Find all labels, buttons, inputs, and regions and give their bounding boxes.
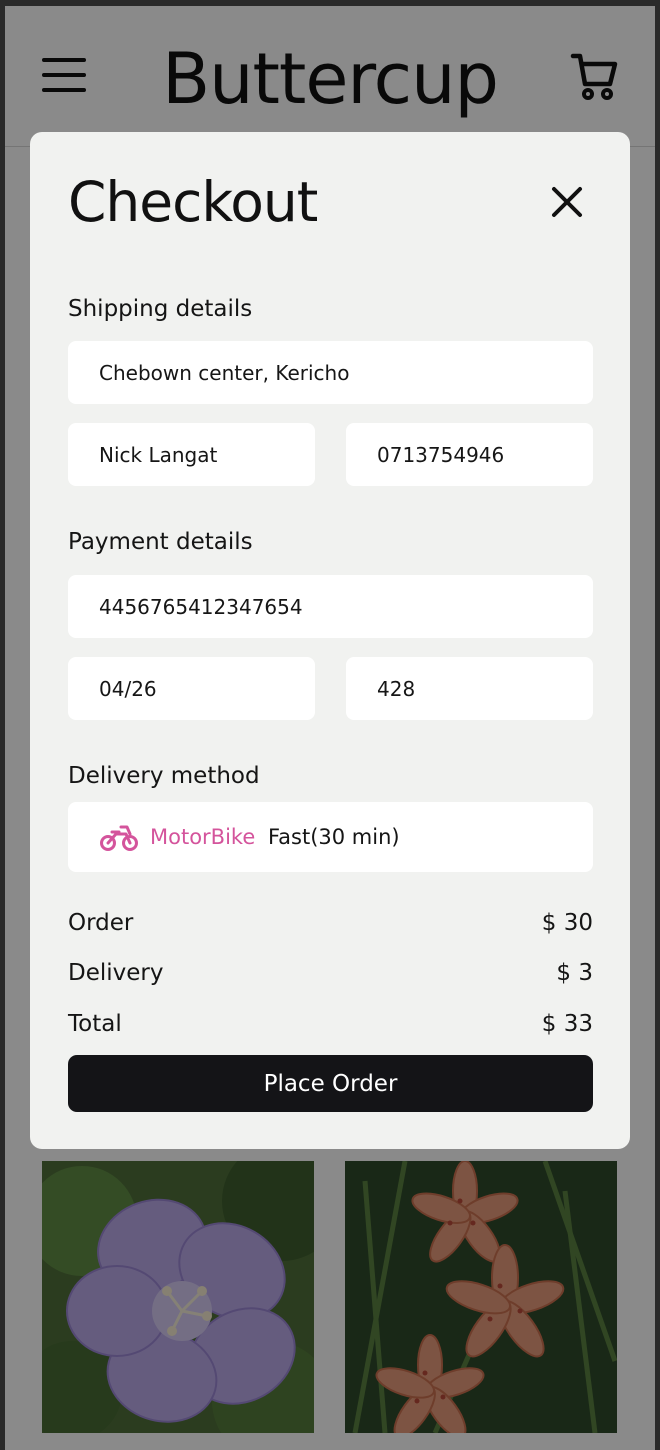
order-label: Order [68, 910, 134, 936]
place-order-button[interactable]: Place Order [68, 1055, 593, 1112]
name-input[interactable] [68, 423, 315, 486]
order-subtotal-row: Order $ 30 [68, 907, 593, 939]
delivery-option-motorbike[interactable]: MotorBike Fast(30 min) [68, 802, 593, 872]
modal-title: Checkout [68, 170, 318, 234]
delivery-fee-value: $ 3 [556, 960, 593, 986]
total-value: $ 33 [541, 1011, 593, 1037]
app-page: Buttercup Checkout Shipping details Cheb… [5, 6, 655, 1450]
address-input[interactable] [68, 341, 593, 404]
payment-details-label: Payment details [68, 529, 253, 555]
shipping-details-label: Shipping details [68, 296, 253, 322]
delivery-fee-label: Delivery [68, 960, 164, 986]
delivery-option-speed: Fast(30 min) [268, 825, 400, 849]
delivery-fee-row: Delivery $ 3 [68, 957, 593, 989]
phone-input[interactable] [346, 423, 593, 486]
cvv-input[interactable] [346, 657, 593, 720]
card-number-input[interactable] [68, 575, 593, 638]
expiry-date-input[interactable] [68, 657, 315, 720]
delivery-method-label: Delivery method [68, 763, 260, 789]
motorbike-icon [100, 825, 138, 851]
checkout-modal: Checkout Shipping details Payment detail… [30, 132, 630, 1149]
order-value: $ 30 [541, 910, 593, 936]
delivery-option-name: MotorBike [150, 825, 256, 849]
close-icon[interactable] [542, 177, 592, 227]
total-label: Total [68, 1011, 122, 1037]
total-row: Total $ 33 [68, 1008, 593, 1040]
